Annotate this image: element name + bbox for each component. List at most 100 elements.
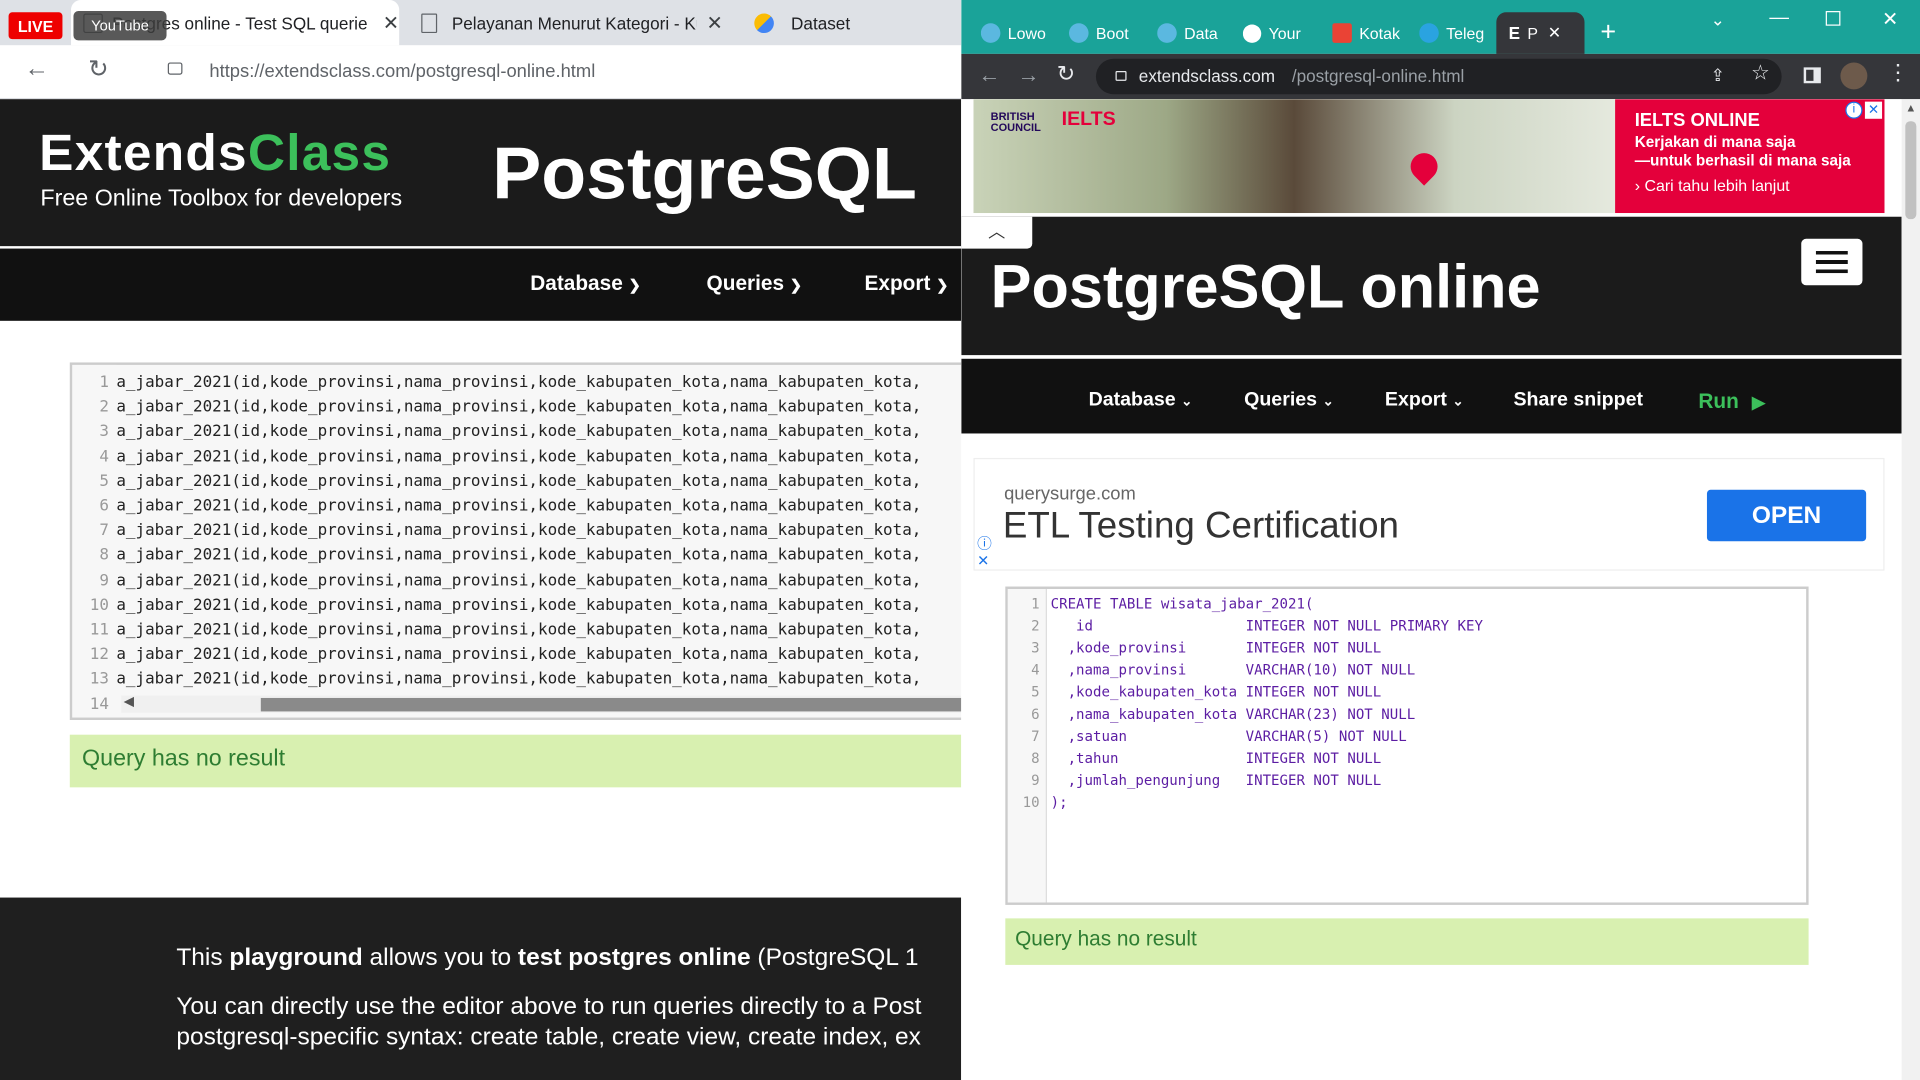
menu-dots-icon[interactable]: ⋮ <box>1887 60 1909 86</box>
nav-database[interactable]: Database ❯ <box>530 272 641 296</box>
run-button[interactable]: Run ▶ <box>1698 389 1765 413</box>
scroll-left-icon[interactable]: ◀ <box>124 693 134 709</box>
close-window-icon[interactable]: ✕ <box>1882 7 1898 31</box>
maximize-icon[interactable] <box>1825 11 1841 26</box>
side-panel-icon[interactable] <box>1803 67 1821 84</box>
scrollbar-thumb[interactable] <box>1905 121 1917 220</box>
logo-part-class: Class <box>247 123 392 182</box>
right-browser-window: Lowo Boot Data Your Kotak Teleg EP ✕ + ⌄… <box>961 0 1920 1080</box>
bookmark-star-icon[interactable]: ☆ <box>1751 61 1770 85</box>
ad-open-button[interactable]: OPEN <box>1706 489 1867 542</box>
sql-editor[interactable]: 1 a_jabar_2021(id,kode_provinsi,nama_prov… <box>69 362 962 721</box>
scroll-up-icon[interactable]: ▲ <box>1905 102 1916 114</box>
share-icon[interactable]: ⇪ <box>1711 65 1725 86</box>
tab-search-icon[interactable]: ⌄ <box>1711 10 1725 31</box>
back-arrow-icon[interactable]: ← <box>24 55 48 83</box>
tab-data[interactable]: Data <box>1157 12 1235 54</box>
line-number: 9 <box>1031 771 1040 789</box>
url-text[interactable]: https://extendsclass.com/postgresql-onli… <box>209 61 595 82</box>
tab-favicon <box>1068 23 1089 43</box>
tab-lowongan[interactable]: Lowo <box>980 12 1059 54</box>
querysurge-ad[interactable]: querysurge.com ETL Testing Certification… <box>973 457 1885 571</box>
nav-share-snippet[interactable]: Share snippet <box>1513 389 1643 411</box>
site-tagline: Free Online Toolbox for developers <box>40 186 403 212</box>
close-tab-icon[interactable]: ✕ <box>383 10 399 34</box>
nav-queries[interactable]: Queries ⌄ <box>1244 389 1334 411</box>
tab-telegram[interactable]: Teleg <box>1419 12 1495 54</box>
line-number: 3 <box>1031 639 1040 657</box>
page-icon <box>421 12 438 33</box>
close-tab-icon[interactable]: ✕ <box>707 10 723 34</box>
line-number: 7 <box>1031 727 1040 745</box>
tab-dataset[interactable]: Dataset <box>747 0 955 45</box>
tab-pelayanan[interactable]: Pelayanan Menurut Kategori - Ku ✕ <box>411 0 732 45</box>
chevron-down-icon: ⌄ <box>1181 394 1193 409</box>
code-text: a_jabar_2021(id,kode_provinsi,nama_provi… <box>116 497 922 516</box>
ad-info-icon[interactable]: i <box>1845 101 1863 119</box>
code-text: a_jabar_2021(id,kode_provinsi,nama_provi… <box>116 596 922 615</box>
close-tab-icon[interactable]: ✕ <box>1548 23 1561 43</box>
site-logo[interactable]: ExtendsClass <box>39 124 391 183</box>
site-header: ︿ PostgreSQL online <box>961 216 1902 356</box>
avatar[interactable] <box>1840 62 1868 90</box>
main-nav: Database ⌄ Queries ⌄ Export ⌄ Share snip… <box>961 358 1902 434</box>
chevron-down-icon: ❯ <box>628 276 641 294</box>
nav-label: Database <box>530 271 623 296</box>
ad-line-1: Kerjakan di mana saja <box>1634 133 1796 151</box>
description-line-2: You can directly use the editor above to… <box>176 993 922 1021</box>
minimize-icon[interactable]: — <box>1769 7 1789 29</box>
sql-editor[interactable]: 1 CREATE TABLE wisata_jabar_2021(2 id INT… <box>1005 586 1809 905</box>
line-number: 14 <box>89 695 109 714</box>
nav-export[interactable]: Export ⌄ <box>1385 389 1464 411</box>
code-text: a_jabar_2021(id,kode_provinsi,nama_provi… <box>116 620 922 640</box>
chevron-down-icon: ❯ <box>936 276 949 294</box>
tab-label: Boot <box>1095 23 1129 43</box>
ad-info-icon[interactable]: ⓘ <box>977 533 992 554</box>
forward-arrow-icon[interactable]: → <box>1018 62 1040 88</box>
ad-product: IELTS <box>1061 108 1116 130</box>
vertical-scrollbar[interactable]: ▲ <box>1901 99 1920 1080</box>
ad-line-2: —untuk berhasil di mana saja <box>1634 151 1851 169</box>
line-number: 3 <box>99 422 109 442</box>
nav-export[interactable]: Export ❯ <box>864 272 948 296</box>
hero-title: PostgreSQL <box>492 132 917 215</box>
scrollbar-thumb[interactable] <box>260 697 962 712</box>
editor-line: 5 a_jabar_2021(id,kode_provinsi,nama_prov… <box>72 472 921 496</box>
code-text: a_jabar_2021(id,kode_provinsi,nama_provi… <box>116 447 922 467</box>
editor-line: 3 ,kode_provinsi INTEGER NOT NULL <box>1008 639 1381 661</box>
tab-active-postgres[interactable]: EP ✕ <box>1496 12 1585 54</box>
line-number: 4 <box>99 447 109 467</box>
tab-label: Lowo <box>1007 23 1046 43</box>
ielts-ad-banner[interactable]: BRITISH COUNCIL IELTS IELTS ONLINE Kerja… <box>973 99 1885 214</box>
collapse-banner-button[interactable]: ︿ <box>961 216 1033 249</box>
tab-label: Kotak <box>1359 23 1400 43</box>
tab-label: Dataset <box>791 12 851 33</box>
lock-icon[interactable] <box>167 62 183 75</box>
editor-line: 7 ,satuan VARCHAR(5) NOT NULL <box>1008 727 1407 749</box>
reload-icon[interactable]: ↻ <box>1057 61 1075 87</box>
new-tab-icon[interactable]: + <box>1600 16 1616 48</box>
reload-icon[interactable]: ↻ <box>88 54 109 85</box>
nav-database[interactable]: Database ⌄ <box>1089 389 1193 411</box>
ad-close-icon[interactable]: ✕ <box>1864 101 1883 119</box>
hamburger-menu-button[interactable] <box>1801 238 1863 286</box>
nav-queries[interactable]: Queries ❯ <box>707 272 803 296</box>
code-text: a_jabar_2021(id,kode_provinsi,nama_provi… <box>116 571 922 590</box>
line-number: 10 <box>1022 793 1040 811</box>
ad-cta[interactable]: › Cari tahu lebih lanjut <box>1635 176 1865 194</box>
play-icon: ▶ <box>1751 391 1766 412</box>
tab-label: Pelayanan Menurut Kategori - Ku <box>451 12 697 33</box>
tab-label: Data <box>1184 23 1218 43</box>
line-number: 8 <box>99 546 109 565</box>
tab-github[interactable]: Your <box>1242 12 1324 54</box>
editor-line: 9 a_jabar_2021(id,kode_provinsi,nama_prov… <box>72 571 921 595</box>
editor-line: 14 <box>72 695 109 718</box>
horizontal-scrollbar[interactable]: ◀ <box>121 693 962 713</box>
tab-bootcamp[interactable]: Boot <box>1068 12 1147 54</box>
omnibox[interactable]: extendsclass.com /postgresql-online.html <box>1095 58 1782 95</box>
tab-gmail[interactable]: Kotak <box>1332 12 1410 54</box>
ad-domain: querysurge.com <box>1004 483 1136 505</box>
code-text: ,nama_kabupaten_kota VARCHAR(23) NOT NUL… <box>1050 705 1416 723</box>
ad-close-icon[interactable]: ✕ <box>977 552 989 569</box>
back-arrow-icon[interactable]: ← <box>978 62 1000 88</box>
